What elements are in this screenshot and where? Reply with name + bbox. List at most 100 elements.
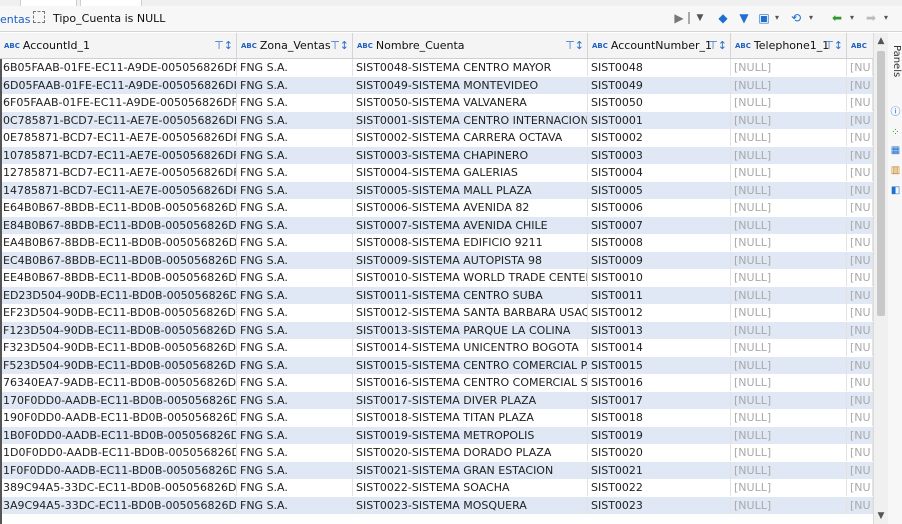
cell-account-id[interactable]: EA4B0B67-8BDB-EC11-BD0B-005056826DFB [0, 234, 237, 251]
cell-nombre-cuenta[interactable]: SIST0011-SISTEMA CENTRO SUBA [353, 286, 588, 304]
cell-zona-ventas[interactable]: FNG S.A. [237, 129, 353, 146]
column-header-account-number[interactable]: ABC AccountNumber_1 ⊤↕ [588, 33, 731, 58]
column-filter-icon[interactable]: ⊤↕ [708, 33, 727, 58]
cell-zona-ventas[interactable]: FNG S.A. [237, 356, 353, 374]
cell-account-number[interactable]: SIST0009 [588, 251, 731, 269]
cell-zona-ventas[interactable]: FNG S.A. [237, 286, 353, 304]
cell-partial[interactable]: [NU [847, 444, 873, 461]
cell-nombre-cuenta[interactable]: SIST0022-SISTEMA SOACHA [353, 479, 588, 496]
cell-zona-ventas[interactable]: FNG S.A. [237, 76, 353, 94]
cell-telephone[interactable]: [NULL] [731, 339, 847, 356]
cell-account-id[interactable]: 1B0F0DD0-AADB-EC11-BD0B-005056826DFB [0, 426, 237, 444]
table-row[interactable]: 1F0F0DD0-AADB-EC11-BD0B-005056826DFB FNG … [0, 461, 873, 479]
forward-dropdown-icon[interactable]: ▾ [881, 10, 891, 26]
scrollbar-thumb[interactable] [877, 51, 885, 316]
column-filter-icon[interactable]: ⊤↕ [214, 33, 233, 58]
table-row[interactable]: F523D504-90DB-EC11-BD0B-005056826DFB FNG … [0, 356, 873, 374]
cell-account-id[interactable]: 12785871-BCD7-EC11-AE7E-005056826DFB [0, 164, 237, 181]
cell-account-number[interactable]: SIST0014 [588, 339, 731, 356]
cell-telephone[interactable]: [NULL] [731, 321, 847, 339]
cell-telephone[interactable]: [NULL] [731, 426, 847, 444]
cell-account-number[interactable]: SIST0018 [588, 409, 731, 426]
table-row[interactable]: 76340EA7-9ADB-EC11-BD0B-005056826DFB FNG … [0, 374, 873, 391]
cell-account-number[interactable]: SIST0016 [588, 374, 731, 391]
table-row[interactable]: 389C94A5-33DC-EC11-BD0B-005056826DFB FNG … [0, 479, 873, 496]
dropdown-icon[interactable]: ▼ [694, 10, 706, 26]
cell-account-id[interactable]: 1F0F0DD0-AADB-EC11-BD0B-005056826DFB [0, 461, 237, 479]
cell-account-number[interactable]: SIST0021 [588, 461, 731, 479]
cell-nombre-cuenta[interactable]: SIST0005-SISTEMA MALL PLAZA [353, 181, 588, 199]
table-row[interactable]: EA4B0B67-8BDB-EC11-BD0B-005056826DFB FNG … [0, 234, 873, 251]
cell-zona-ventas[interactable]: FNG S.A. [237, 94, 353, 111]
cell-zona-ventas[interactable]: FNG S.A. [237, 234, 353, 251]
cell-nombre-cuenta[interactable]: SIST0018-SISTEMA TITAN PLAZA [353, 409, 588, 426]
cell-telephone[interactable]: [NULL] [731, 286, 847, 304]
column-header-telephone[interactable]: ABC Telephone1_1 ⊤↕ [731, 33, 847, 58]
column-filter-icon[interactable]: ⊤↕ [824, 33, 843, 58]
cell-nombre-cuenta[interactable]: SIST0012-SISTEMA SANTA BARBARA USAQUEN [353, 304, 588, 321]
cell-telephone[interactable]: [NULL] [731, 76, 847, 94]
cell-account-id[interactable]: ED23D504-90DB-EC11-BD0B-005056826DFB [0, 286, 237, 304]
cell-telephone[interactable]: [NULL] [731, 59, 847, 76]
cell-account-number[interactable]: SIST0012 [588, 304, 731, 321]
column-header-nombre-cuenta[interactable]: ABC Nombre_Cuenta ⊤↕ [353, 33, 588, 58]
cell-zona-ventas[interactable]: FNG S.A. [237, 146, 353, 164]
column-header-accountid[interactable]: ABC AccountId_1 ⊤↕ [0, 33, 237, 58]
cell-account-id[interactable]: 76340EA7-9ADB-EC11-BD0B-005056826DFB [0, 374, 237, 391]
cell-account-id[interactable]: 190F0DD0-AADB-EC11-BD0B-005056826DFB [0, 409, 237, 426]
cell-account-id[interactable]: F523D504-90DB-EC11-BD0B-005056826DFB [0, 356, 237, 374]
table-row[interactable]: 6D05FAAB-01FE-EC11-A9DE-005056826DFB FNG … [0, 76, 873, 94]
cell-zona-ventas[interactable]: FNG S.A. [237, 479, 353, 496]
column-header-partial[interactable]: ABC [847, 33, 873, 58]
cell-partial[interactable]: [NU [847, 199, 873, 216]
cell-zona-ventas[interactable]: FNG S.A. [237, 304, 353, 321]
grid-panel-icon[interactable]: ▦ [890, 145, 901, 156]
cell-telephone[interactable]: [NULL] [731, 409, 847, 426]
cell-partial[interactable]: [NU [847, 234, 873, 251]
save-filter-icon[interactable]: ▣ [756, 10, 772, 26]
cell-partial[interactable]: [NU [847, 146, 873, 164]
cell-account-id[interactable]: 389C94A5-33DC-EC11-BD0B-005056826DFB [0, 479, 237, 496]
cell-telephone[interactable]: [NULL] [731, 444, 847, 461]
cell-account-id[interactable]: 6D05FAAB-01FE-EC11-A9DE-005056826DFB [0, 76, 237, 94]
cell-nombre-cuenta[interactable]: SIST0010-SISTEMA WORLD TRADE CENTER [353, 269, 588, 286]
cell-account-number[interactable]: SIST0006 [588, 199, 731, 216]
cell-account-id[interactable]: 6F05FAAB-01FE-EC11-A9DE-005056826DFB [0, 94, 237, 111]
save-dropdown-icon[interactable]: ▾ [772, 10, 782, 26]
cell-partial[interactable]: [NU [847, 269, 873, 286]
cell-account-number[interactable]: SIST0003 [588, 146, 731, 164]
cell-partial[interactable]: [NU [847, 216, 873, 234]
table-row[interactable]: E84B0B67-8BDB-EC11-BD0B-005056826DFB FNG … [0, 216, 873, 234]
cell-telephone[interactable]: [NULL] [731, 181, 847, 199]
forward-icon[interactable]: ➡ [863, 10, 879, 26]
cell-zona-ventas[interactable]: FNG S.A. [237, 444, 353, 461]
cell-partial[interactable]: [NU [847, 461, 873, 479]
cell-account-number[interactable]: SIST0007 [588, 216, 731, 234]
cell-zona-ventas[interactable]: FNG S.A. [237, 374, 353, 391]
cell-nombre-cuenta[interactable]: SIST0009-SISTEMA AUTOPISTA 98 [353, 251, 588, 269]
cell-nombre-cuenta[interactable]: SIST0017-SISTEMA DIVER PLAZA [353, 391, 588, 409]
filter-expression-input[interactable]: Tipo_Cuenta is NULL [53, 12, 165, 25]
cell-nombre-cuenta[interactable]: SIST0001-SISTEMA CENTRO INTERNACIONAL [353, 111, 588, 129]
cell-zona-ventas[interactable]: FNG S.A. [237, 321, 353, 339]
table-row[interactable]: 10785871-BCD7-EC11-AE7E-005056826DFB FNG … [0, 146, 873, 164]
cell-telephone[interactable]: [NULL] [731, 251, 847, 269]
cell-partial[interactable]: [NU [847, 496, 873, 514]
cell-nombre-cuenta[interactable]: SIST0004-SISTEMA GALERIAS [353, 164, 588, 181]
cell-account-number[interactable]: SIST0001 [588, 111, 731, 129]
cell-zona-ventas[interactable]: FNG S.A. [237, 59, 353, 76]
filter-settings-icon[interactable]: ▼ [737, 10, 751, 26]
cell-telephone[interactable]: [NULL] [731, 391, 847, 409]
cell-zona-ventas[interactable]: FNG S.A. [237, 426, 353, 444]
cell-account-number[interactable]: SIST0017 [588, 391, 731, 409]
cell-zona-ventas[interactable]: FNG S.A. [237, 409, 353, 426]
table-row[interactable]: 170F0DD0-AADB-EC11-BD0B-005056826DFB FNG … [0, 391, 873, 409]
cell-nombre-cuenta[interactable]: SIST0006-SISTEMA AVENIDA 82 [353, 199, 588, 216]
cell-zona-ventas[interactable]: FNG S.A. [237, 496, 353, 514]
cell-partial[interactable]: [NU [847, 111, 873, 129]
refresh-dropdown-icon[interactable]: ▾ [806, 10, 816, 26]
cell-telephone[interactable]: [NULL] [731, 146, 847, 164]
cell-partial[interactable]: [NU [847, 479, 873, 496]
cell-telephone[interactable]: [NULL] [731, 304, 847, 321]
cell-zona-ventas[interactable]: FNG S.A. [237, 391, 353, 409]
